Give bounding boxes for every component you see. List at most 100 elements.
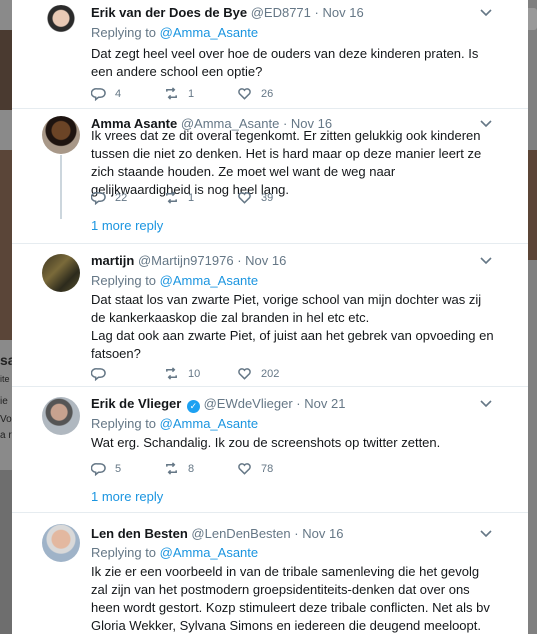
- separator-dot: ·: [294, 526, 299, 541]
- backdrop-right-column: [528, 0, 537, 634]
- reply-icon: [91, 463, 106, 476]
- reply-icon: [91, 88, 106, 101]
- display-name[interactable]: martijn: [91, 253, 134, 268]
- retweet-button[interactable]: 1: [164, 86, 194, 101]
- tweet[interactable]: Erik de Vlieger ✓ @EWdeVlieger · Nov 21 …: [12, 387, 528, 512]
- retweet-count: 10: [188, 367, 201, 380]
- tweet-header: Erik van der Does de Bye @ED8771 · Nov 1…: [91, 5, 364, 20]
- mention-link[interactable]: @Amma_Asante: [160, 273, 258, 288]
- reply-icon: [91, 368, 106, 381]
- avatar[interactable]: [42, 5, 80, 43]
- tweet-header: martijn @Martijn971976 · Nov 16: [91, 253, 286, 268]
- avatar[interactable]: [42, 254, 80, 292]
- like-count: 78: [261, 462, 274, 475]
- avatar[interactable]: [42, 116, 80, 154]
- tweet[interactable]: martijn @Martijn971976 · Nov 16 Replying…: [12, 244, 528, 386]
- replying-to: Replying to @Amma_Asante: [91, 545, 258, 560]
- reply-count: 5: [115, 462, 122, 475]
- chevron-down-icon[interactable]: [480, 256, 492, 268]
- like-count: 202: [261, 367, 280, 380]
- retweet-icon: [166, 87, 177, 100]
- reply-button[interactable]: 5: [91, 461, 121, 476]
- separator-dot: ·: [237, 253, 242, 268]
- retweet-icon: [166, 367, 177, 380]
- avatar[interactable]: [42, 397, 80, 435]
- reply-button[interactable]: 4: [91, 86, 121, 101]
- user-handle[interactable]: @EWdeVlieger: [204, 396, 293, 411]
- tweet-text: Ik vrees dat ze dit overal tegenkomt. Er…: [91, 128, 482, 197]
- like-button[interactable]: 26: [237, 86, 273, 101]
- timestamp[interactable]: Nov 16: [322, 5, 363, 20]
- backdrop-image: [0, 30, 12, 110]
- display-name[interactable]: Len den Besten: [91, 526, 188, 541]
- heart-icon: [238, 88, 251, 100]
- retweet-count: 1: [188, 87, 195, 100]
- more-replies-link[interactable]: 1 more reply: [91, 489, 163, 504]
- separator-dot: ·: [296, 396, 301, 411]
- tweet-header: Len den Besten @LenDenBesten · Nov 16: [91, 526, 343, 541]
- backdrop-panel: [0, 470, 12, 634]
- retweet-icon: [166, 191, 177, 204]
- chevron-down-icon[interactable]: [480, 529, 492, 541]
- retweet-button[interactable]: 1: [164, 190, 194, 205]
- reply-button[interactable]: [91, 366, 115, 381]
- reply-button[interactable]: 22: [91, 190, 127, 205]
- tweet[interactable]: Erik van der Does de Bye @ED8771 · Nov 1…: [12, 0, 528, 108]
- mention-link[interactable]: @Amma_Asante: [160, 545, 258, 560]
- backdrop-image: [0, 150, 12, 340]
- replying-to-label: Replying to: [91, 273, 157, 288]
- replying-to-label: Replying to: [91, 416, 157, 431]
- tweet[interactable]: Amma Asante @Amma_Asante · Nov 16 Ik vre…: [12, 109, 528, 243]
- mention-link[interactable]: @Amma_Asante: [160, 416, 258, 431]
- like-button[interactable]: 39: [237, 190, 273, 205]
- backdrop-text: ie: [0, 396, 8, 407]
- reply-count: 22: [115, 191, 128, 204]
- heart-icon: [238, 192, 251, 204]
- timestamp[interactable]: Nov 16: [302, 526, 343, 541]
- retweet-count: 8: [188, 462, 195, 475]
- backdrop-text: ite: [0, 374, 10, 384]
- retweet-count: 1: [188, 191, 195, 204]
- tweet-text: Dat staat los van zwarte Piet, vorige sc…: [91, 291, 496, 363]
- tweet-text-line: Lag dat ook aan zwarte Piet, of juist aa…: [91, 328, 494, 361]
- heart-icon: [238, 368, 251, 380]
- avatar[interactable]: [42, 524, 80, 562]
- retweet-button[interactable]: 8: [164, 461, 194, 476]
- like-button[interactable]: 202: [237, 366, 279, 381]
- tweet[interactable]: Len den Besten @LenDenBesten · Nov 16 Re…: [12, 513, 528, 634]
- timestamp[interactable]: Nov 21: [304, 396, 345, 411]
- user-handle[interactable]: @LenDenBesten: [191, 526, 290, 541]
- replies-modal: Erik van der Does de Bye @ED8771 · Nov 1…: [12, 0, 528, 634]
- display-name[interactable]: Erik de Vlieger: [91, 396, 181, 411]
- heart-icon: [238, 463, 251, 475]
- backdrop-image: [528, 150, 537, 260]
- more-replies-link[interactable]: 1 more reply: [91, 218, 163, 233]
- verified-badge-icon: ✓: [186, 400, 200, 413]
- reply-count: 4: [115, 87, 122, 100]
- tweet-text: Wat erg. Schandalig. Ik zou de screensho…: [91, 435, 441, 450]
- tweet-text: Ik zie er een voorbeeld in van de tribal…: [91, 564, 490, 633]
- mention-link[interactable]: @Amma_Asante: [160, 25, 258, 40]
- like-count: 39: [261, 191, 274, 204]
- separator-dot: ·: [314, 5, 319, 20]
- replying-to: Replying to @Amma_Asante: [91, 416, 258, 431]
- replying-to-label: Replying to: [91, 25, 157, 40]
- user-handle[interactable]: @Martijn971976: [138, 253, 234, 268]
- replying-to: Replying to @Amma_Asante: [91, 273, 258, 288]
- retweet-icon: [166, 462, 177, 475]
- like-button[interactable]: 78: [237, 461, 273, 476]
- retweet-button[interactable]: 10: [164, 366, 200, 381]
- tweet-text: Dat zegt heel veel over hoe de ouders va…: [91, 46, 479, 79]
- chevron-down-icon[interactable]: [480, 8, 492, 20]
- tweet-text-line: Dat staat los van zwarte Piet, vorige sc…: [91, 292, 482, 325]
- chevron-down-icon[interactable]: [480, 399, 492, 411]
- replying-to-label: Replying to: [91, 545, 157, 560]
- like-count: 26: [261, 87, 274, 100]
- thread-line: [60, 155, 62, 219]
- user-handle[interactable]: @ED8771: [251, 5, 311, 20]
- backdrop-text: Vo: [0, 414, 12, 425]
- tweet-header: Erik de Vlieger ✓ @EWdeVlieger · Nov 21: [91, 396, 345, 413]
- display-name[interactable]: Erik van der Does de Bye: [91, 5, 247, 20]
- replying-to: Replying to @Amma_Asante: [91, 25, 258, 40]
- timestamp[interactable]: Nov 16: [245, 253, 286, 268]
